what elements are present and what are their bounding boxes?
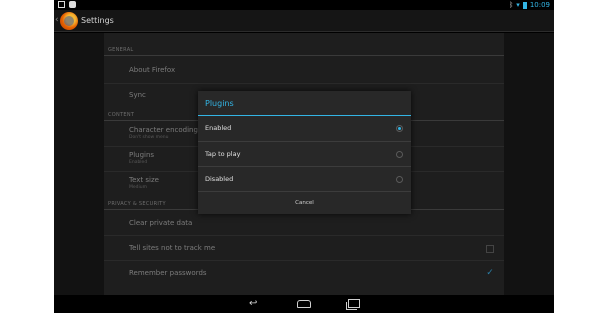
radio-unselected-icon[interactable] — [396, 176, 403, 183]
section-divider — [104, 55, 504, 56]
wifi-icon: ▾ — [516, 1, 520, 9]
dropbox-icon — [69, 1, 76, 8]
row-divider — [104, 235, 504, 236]
radio-selected-icon[interactable] — [396, 125, 403, 132]
section-header-content: CONTENT — [108, 112, 135, 118]
settings-item-clear-private-data[interactable]: Clear private data — [129, 219, 504, 228]
option-label: Tap to play — [205, 150, 241, 158]
radio-unselected-icon[interactable] — [396, 151, 403, 158]
section-header-privacy-security: PRIVACY & SECURITY — [108, 201, 166, 207]
action-bar: ‹ Settings — [54, 10, 554, 32]
option-tap-to-play[interactable]: Tap to play — [198, 142, 411, 167]
image-icon — [58, 1, 65, 8]
system-status: ᛒ ▾ 10:09 — [509, 0, 550, 10]
page-title: Settings — [81, 16, 114, 25]
option-label: Enabled — [205, 124, 232, 132]
dialog-title: Plugins — [205, 99, 234, 108]
option-disabled[interactable]: Disabled — [198, 167, 411, 192]
settings-item-about-firefox[interactable]: About Firefox — [129, 66, 504, 75]
status-bar: ᛒ ▾ 10:09 — [54, 0, 554, 10]
clock: 10:09 — [529, 1, 550, 9]
cancel-button[interactable]: Cancel — [198, 192, 411, 214]
device-screen: ᛒ ▾ 10:09 ‹ Settings GENERAL About Firef… — [54, 0, 554, 313]
settings-item-title: Remember passwords — [129, 269, 207, 277]
option-label: Disabled — [205, 175, 234, 183]
firefox-logo-icon[interactable] — [60, 12, 78, 30]
settings-item-title: Tell sites not to track me — [129, 244, 216, 252]
notification-icons — [58, 1, 76, 8]
option-enabled[interactable]: Enabled — [198, 116, 411, 141]
settings-item-title: Clear private data — [129, 219, 193, 227]
plugins-dialog: Plugins Enabled Tap to play Disabled Can… — [198, 91, 411, 214]
remember-passwords-checkbox[interactable]: ✓ — [486, 269, 494, 278]
recent-apps-icon[interactable] — [346, 299, 360, 310]
settings-item-title: About Firefox — [129, 66, 176, 74]
navigation-bar: ↩ — [54, 295, 554, 313]
settings-item-do-not-track[interactable]: Tell sites not to track me — [129, 244, 504, 253]
up-caret-icon[interactable]: ‹ — [55, 15, 59, 25]
back-icon[interactable]: ↩ — [249, 298, 263, 310]
do-not-track-checkbox[interactable] — [486, 245, 494, 253]
bluetooth-icon: ᛒ — [509, 1, 514, 9]
section-header-general: GENERAL — [108, 47, 134, 53]
home-icon[interactable] — [297, 300, 311, 308]
settings-item-remember-passwords[interactable]: Remember passwords ✓ — [129, 269, 504, 278]
row-divider — [104, 83, 504, 84]
row-divider — [104, 260, 504, 261]
battery-icon — [522, 1, 527, 9]
